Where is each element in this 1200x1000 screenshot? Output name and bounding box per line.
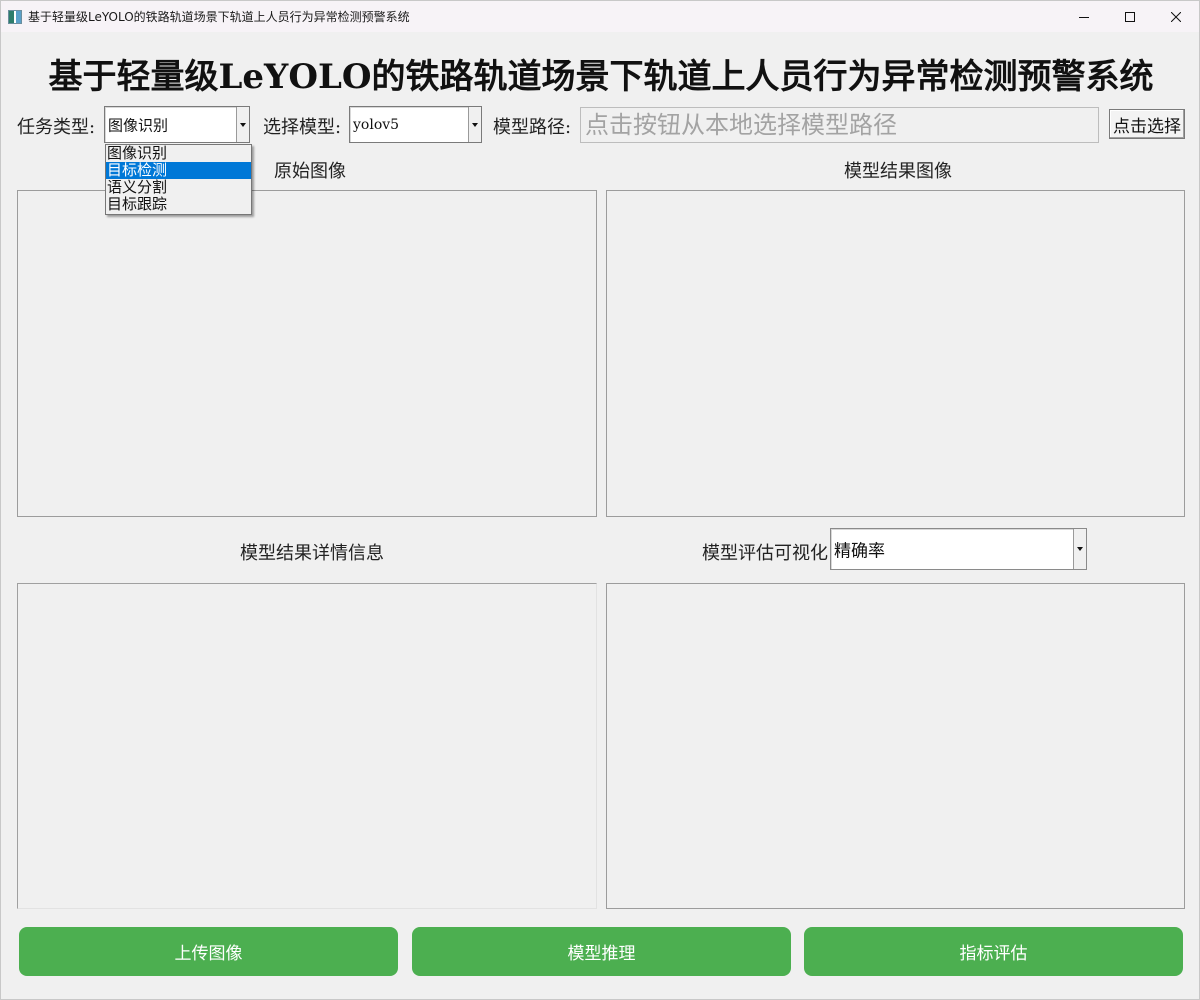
eval-visualization-panel bbox=[606, 583, 1185, 909]
dropdown-option[interactable]: 图像识别 bbox=[106, 145, 251, 162]
model-select-label: 选择模型: bbox=[263, 117, 342, 138]
maximize-button[interactable] bbox=[1107, 1, 1153, 32]
page-title: 基于轻量级LeYOLO的铁路轨道场景下轨道上人员行为异常检测预警系统 bbox=[48, 57, 1154, 97]
result-details-panel bbox=[17, 583, 597, 909]
original-image-title: 原始图像 bbox=[274, 161, 346, 182]
task-type-label: 任务类型: bbox=[17, 117, 96, 138]
close-button[interactable] bbox=[1153, 1, 1199, 32]
eval-metric-value: 精确率 bbox=[834, 541, 885, 562]
model-select[interactable]: yolov5 bbox=[349, 106, 482, 143]
chevron-down-icon[interactable] bbox=[468, 107, 481, 142]
original-image-panel bbox=[17, 190, 597, 517]
window-controls bbox=[1061, 1, 1199, 32]
eval-visualization-title: 模型评估可视化 bbox=[702, 543, 828, 564]
choose-path-button[interactable]: 点击选择 bbox=[1109, 109, 1185, 139]
chevron-down-icon[interactable] bbox=[236, 107, 249, 142]
app-window: 基于轻量级LeYOLO的铁路轨道场景下轨道上人员行为异常检测预警系统 基于轻量级… bbox=[0, 0, 1200, 1000]
metric-evaluation-button[interactable]: 指标评估 bbox=[804, 927, 1183, 976]
minimize-icon bbox=[1079, 16, 1089, 18]
dropdown-option[interactable]: 目标跟踪 bbox=[106, 196, 251, 213]
window-title: 基于轻量级LeYOLO的铁路轨道场景下轨道上人员行为异常检测预警系统 bbox=[28, 10, 410, 24]
eval-metric-select[interactable]: 精确率 bbox=[830, 528, 1087, 570]
model-path-input[interactable] bbox=[580, 107, 1099, 143]
result-image-panel bbox=[606, 190, 1185, 517]
dropdown-option[interactable]: 语义分割 bbox=[106, 179, 251, 196]
app-icon bbox=[8, 9, 22, 24]
dropdown-option-highlighted[interactable]: 目标检测 bbox=[106, 162, 251, 179]
close-icon bbox=[1171, 11, 1181, 22]
model-inference-button[interactable]: 模型推理 bbox=[412, 927, 791, 976]
model-path-label: 模型路径: bbox=[493, 117, 572, 138]
upload-image-button[interactable]: 上传图像 bbox=[19, 927, 398, 976]
chevron-down-icon[interactable] bbox=[1073, 529, 1086, 569]
minimize-button[interactable] bbox=[1061, 1, 1107, 32]
title-bar: 基于轻量级LeYOLO的铁路轨道场景下轨道上人员行为异常检测预警系统 bbox=[1, 1, 1199, 32]
task-type-select[interactable]: 图像识别 bbox=[104, 106, 250, 143]
result-image-title: 模型结果图像 bbox=[844, 161, 952, 182]
result-details-title: 模型结果详情信息 bbox=[240, 543, 384, 564]
task-type-dropdown: 图像识别 目标检测 语义分割 目标跟踪 bbox=[105, 144, 252, 215]
maximize-icon bbox=[1125, 11, 1135, 22]
task-type-value: 图像识别 bbox=[108, 116, 169, 134]
model-select-value: yolov5 bbox=[353, 116, 400, 133]
